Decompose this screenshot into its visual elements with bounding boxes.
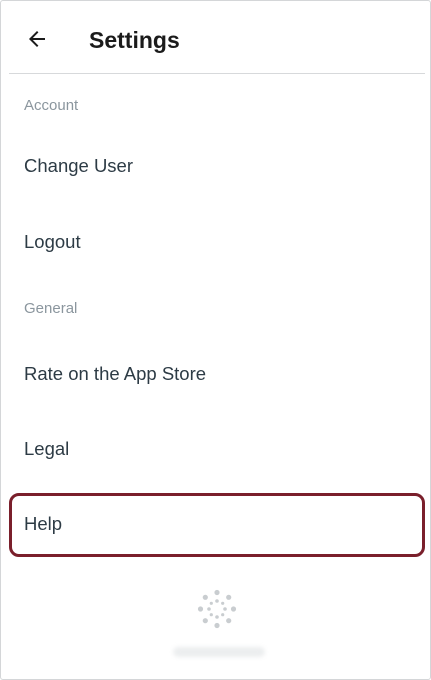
change-user-label: Change User	[24, 155, 134, 176]
rate-app-label: Rate on the App Store	[24, 363, 207, 384]
section-header-account: Account	[24, 97, 79, 114]
toolbar: Settings	[9, 1, 425, 74]
logout-label: Logout	[24, 231, 81, 252]
settings-screen: Settings Account Change User Logout Gene…	[0, 0, 431, 680]
change-user-item[interactable]: Change User	[9, 138, 425, 194]
section-header-general: General	[24, 300, 78, 317]
rate-app-item[interactable]: Rate on the App Store	[9, 346, 425, 402]
legal-label: Legal	[24, 438, 70, 459]
logout-item[interactable]: Logout	[9, 214, 425, 270]
canvas-logo-icon	[197, 589, 237, 629]
arrow-left-icon	[29, 31, 45, 47]
page-title: Settings	[89, 27, 180, 53]
back-button[interactable]	[21, 23, 53, 55]
help-item[interactable]: Help	[9, 496, 425, 552]
help-label: Help	[24, 513, 63, 534]
legal-item[interactable]: Legal	[9, 421, 425, 477]
version-text-blurred	[173, 647, 265, 657]
